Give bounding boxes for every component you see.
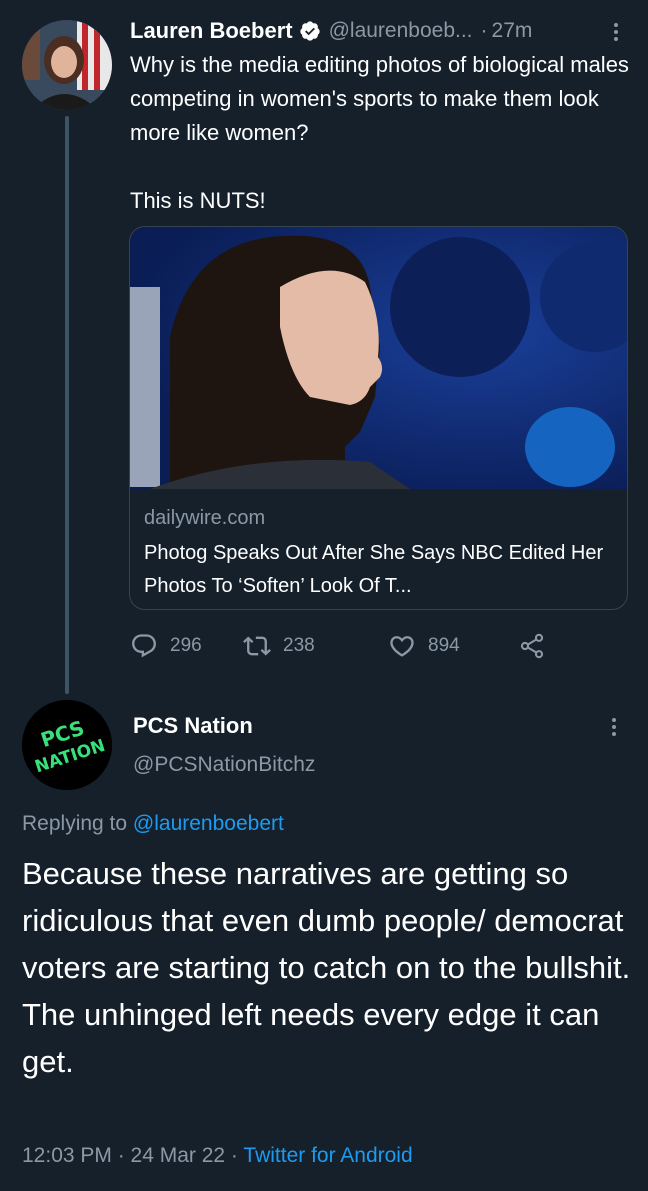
- separator-dot: ·: [480, 19, 488, 42]
- retweet-count: 238: [283, 635, 315, 656]
- card-image: [130, 227, 627, 489]
- author-avatar[interactable]: [22, 20, 112, 110]
- share-icon: [520, 633, 544, 659]
- replying-prefix: Replying to: [22, 812, 128, 835]
- tweet-header: Lauren Boebert @laurenboeb... · 27m: [130, 15, 626, 47]
- reply-meta: 12:03 PM · 24 Mar 22 · Twitter for Andro…: [22, 1144, 413, 1168]
- action-bar: 296 238 894: [130, 630, 570, 662]
- like-count: 894: [428, 635, 460, 656]
- retweet-button[interactable]: 238: [243, 630, 315, 662]
- reply-author-handle[interactable]: @PCSNationBitchz: [133, 753, 315, 777]
- thread-line: [65, 116, 69, 694]
- author-handle[interactable]: @laurenboeb...: [329, 19, 473, 43]
- like-button[interactable]: 894: [388, 630, 460, 662]
- more-vertical-icon[interactable]: [604, 716, 624, 738]
- verified-badge-icon: [299, 21, 320, 41]
- reply-author-avatar[interactable]: PCS NATION: [22, 700, 112, 790]
- retweet-icon: [243, 636, 271, 656]
- tweet-text: Why is the media editing photos of biolo…: [130, 52, 629, 213]
- author-name[interactable]: Lauren Boebert: [130, 18, 293, 44]
- tweet-time[interactable]: 27m: [492, 19, 533, 43]
- card-title: Photog Speaks Out After She Says NBC Edi…: [144, 542, 604, 597]
- reply-text: Because these narratives are getting so …: [22, 856, 631, 1079]
- replying-mention-link[interactable]: @laurenboebert: [133, 812, 284, 835]
- replying-to: Replying to @laurenboebert: [22, 812, 284, 836]
- reply-source-link[interactable]: Twitter for Android: [243, 1144, 412, 1167]
- link-card[interactable]: dailywire.com Photog Speaks Out After Sh…: [129, 226, 628, 610]
- reply-button[interactable]: 296: [130, 630, 202, 662]
- more-vertical-icon[interactable]: [606, 21, 626, 43]
- reply-count: 296: [170, 635, 202, 656]
- like-icon: [390, 636, 414, 657]
- share-button[interactable]: [518, 630, 546, 662]
- tweet-thread: Lauren Boebert @laurenboeb... · 27m Why …: [0, 0, 648, 1191]
- reply-timestamp[interactable]: 12:03 PM · 24 Mar 22 ·: [22, 1144, 238, 1167]
- reply-icon: [132, 634, 156, 658]
- reply-author-name[interactable]: PCS Nation: [133, 713, 253, 739]
- card-domain: dailywire.com: [144, 507, 266, 529]
